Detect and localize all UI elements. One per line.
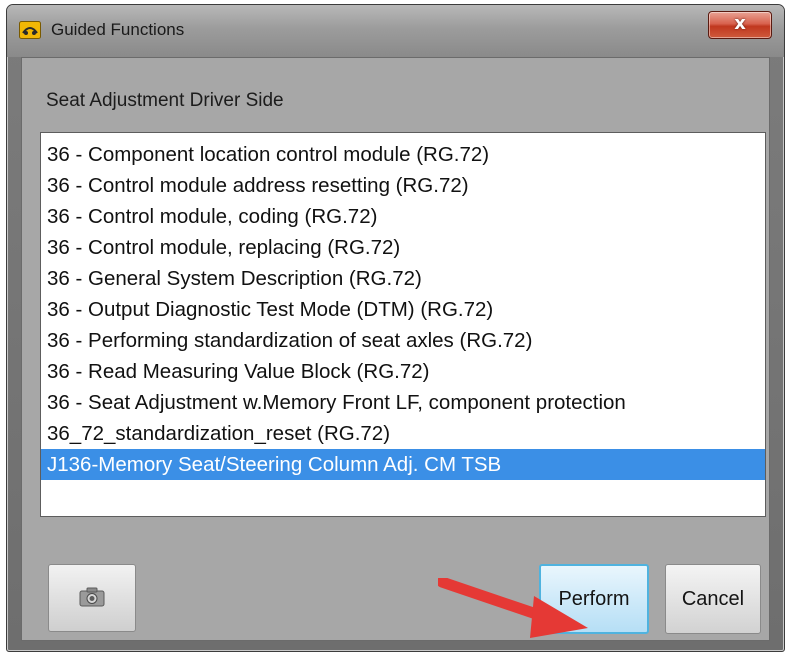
list-item[interactable]: 36 - Seat Adjustment w.Memory Front LF, … — [41, 387, 765, 418]
dialog-body: Seat Adjustment Driver Side 36 - Compone… — [21, 57, 770, 641]
list-item[interactable]: 36 - Read Measuring Value Block (RG.72) — [41, 356, 765, 387]
window-title: Guided Functions — [51, 20, 185, 39]
list-item[interactable]: 36 - Control module, coding (RG.72) — [41, 201, 765, 232]
cancel-button[interactable]: Cancel — [665, 564, 761, 634]
list-item[interactable]: 36_72_standardization_reset (RG.72) — [41, 418, 765, 449]
list-item-selected[interactable]: J136-Memory Seat/Steering Column Adj. CM… — [41, 449, 765, 480]
group-heading: Seat Adjustment Driver Side — [46, 90, 284, 111]
guided-functions-dialog: Guided Functions x Seat Adjustment Drive… — [6, 4, 785, 652]
perform-button[interactable]: Perform — [539, 564, 649, 634]
guided-functions-list[interactable]: 36 - Component location control module (… — [40, 132, 766, 517]
close-button[interactable]: x — [708, 11, 772, 39]
list-item[interactable]: 36 - Performing standardization of seat … — [41, 325, 765, 356]
list-item[interactable]: 36 - Control module, replacing (RG.72) — [41, 232, 765, 263]
title-bar[interactable]: Guided Functions x — [7, 5, 784, 57]
list-item[interactable]: 36 - Component location control module (… — [41, 139, 765, 170]
screenshot-button[interactable] — [48, 564, 136, 632]
app-logo-icon — [19, 21, 41, 39]
list-item[interactable]: 36 - Output Diagnostic Test Mode (DTM) (… — [41, 294, 765, 325]
list-item[interactable]: 36 - General System Description (RG.72) — [41, 263, 765, 294]
camera-icon — [79, 587, 105, 607]
list-item[interactable]: 36 - Control module address resetting (R… — [41, 170, 765, 201]
